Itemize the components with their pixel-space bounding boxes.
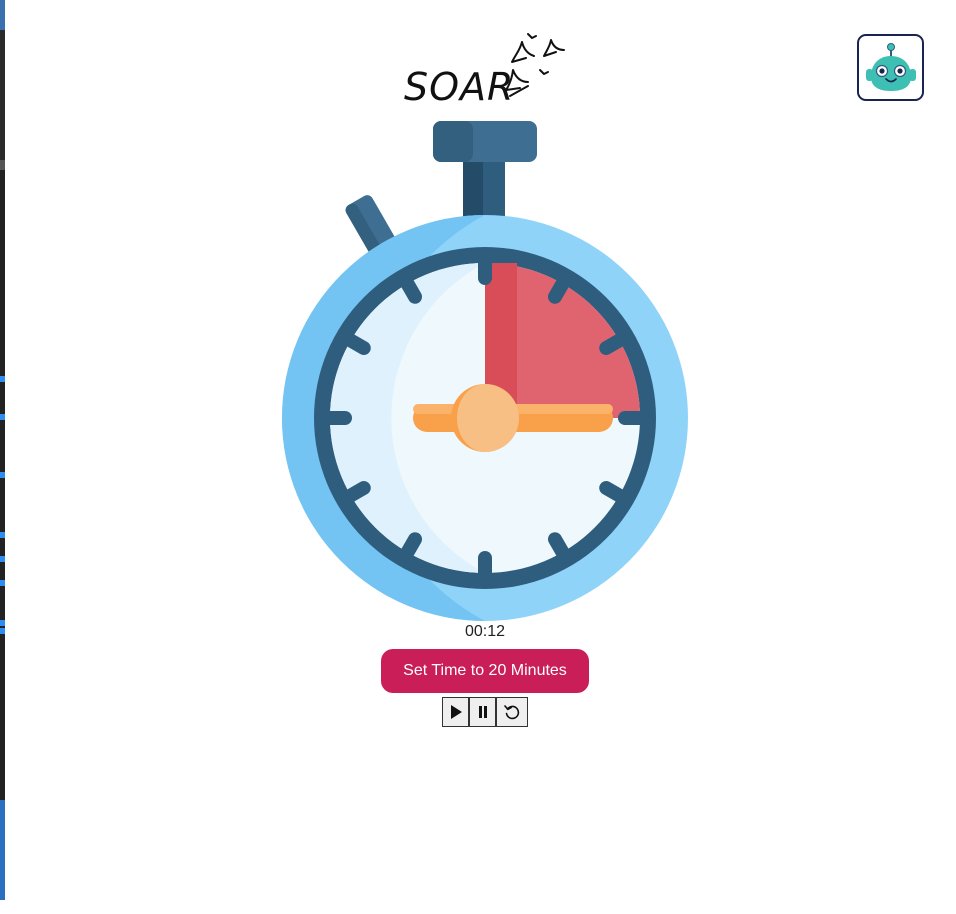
play-button[interactable] bbox=[442, 697, 469, 727]
stopwatch-illustration bbox=[280, 118, 690, 624]
stopwatch-tick bbox=[398, 532, 422, 564]
reset-button[interactable] bbox=[496, 697, 528, 727]
stopwatch-tick bbox=[398, 272, 422, 304]
logo-text: SOAR bbox=[404, 65, 515, 109]
stopwatch-tick bbox=[599, 331, 631, 355]
pause-button[interactable] bbox=[469, 697, 496, 727]
reset-icon bbox=[504, 705, 520, 720]
background-window-edge bbox=[0, 0, 5, 914]
timer-display: 00:12 bbox=[464, 623, 506, 640]
assistant-bot-button[interactable] bbox=[857, 34, 924, 101]
stopwatch-tick bbox=[339, 331, 371, 355]
robot-icon bbox=[866, 43, 916, 91]
pause-icon bbox=[478, 706, 487, 718]
stopwatch-icon bbox=[282, 121, 688, 621]
stopwatch-tick bbox=[548, 532, 572, 564]
stopwatch-tick bbox=[599, 481, 631, 505]
stopwatch-tick bbox=[339, 481, 371, 505]
timer-controls bbox=[442, 697, 528, 727]
page: SOAR 00:12 Set Time to 20 Minutes bbox=[0, 0, 956, 914]
soar-logo: SOAR bbox=[400, 30, 570, 106]
set-time-20-minutes-button[interactable]: Set Time to 20 Minutes bbox=[381, 649, 589, 693]
stopwatch-tick bbox=[548, 272, 572, 304]
play-icon bbox=[450, 705, 462, 719]
